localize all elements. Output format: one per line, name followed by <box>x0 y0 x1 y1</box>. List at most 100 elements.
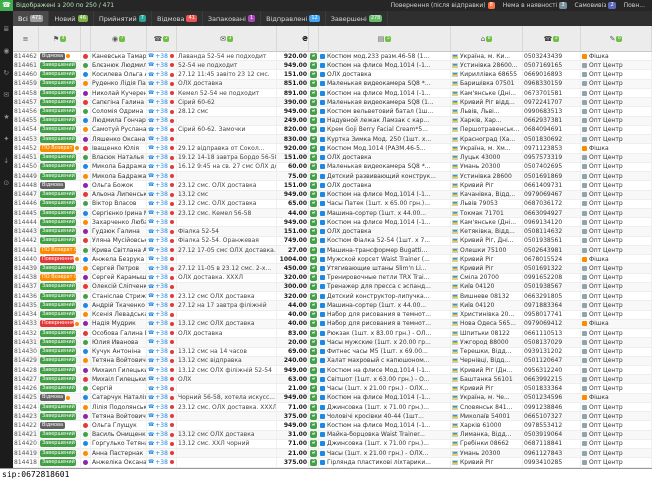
table-row[interactable]: 814462 Відмова Каневська Тамара ☎ +38 Ла… <box>13 52 652 61</box>
column-header-products[interactable]: ▤5 <box>319 26 451 51</box>
call-button[interactable]: ☎ +38 <box>147 366 177 374</box>
power-icon[interactable]: ⊙ <box>3 179 9 187</box>
table-row[interactable]: 814418 Завершений Анжеліка Оксана ☎ +38 … <box>13 458 652 467</box>
table-row[interactable]: 814422 Відмова Ольга Глущук ☎ +38 949.00… <box>13 421 652 430</box>
tab-packed[interactable]: Запаковані1 <box>203 11 261 26</box>
table-row[interactable]: 814459 Завершений Руденко Лідія Пав... ☎… <box>13 80 652 89</box>
table-row[interactable]: 814427 Завершений Михаіл Гилецький ☎ +38… <box>13 375 652 384</box>
call-button[interactable]: ☎ +38 <box>147 431 177 439</box>
table-row[interactable]: 814446 Завершений Віктор Власов ☎ +38 23… <box>13 200 652 209</box>
favorites-icon[interactable]: ★ <box>3 113 9 121</box>
table-row[interactable]: 814461 Завершений Блєзнюк Людмила А... ☎… <box>13 61 652 70</box>
table-row[interactable]: 814440 Повернення (з... Анжела Безрука ☎… <box>13 255 652 264</box>
call-button[interactable]: ☎ +38 <box>147 191 177 199</box>
call-button[interactable]: ☎ +38 <box>147 61 177 69</box>
tab-more[interactable]: Повн... <box>620 2 649 9</box>
call-button[interactable]: ☎ +38 <box>147 98 177 106</box>
table-row[interactable]: 814453 Завершений Ляшенко Оксана ☎ +38 8… <box>13 135 652 144</box>
column-header-sum[interactable]: ₴ <box>277 26 309 51</box>
contacts-icon[interactable]: ◉ <box>3 47 9 55</box>
column-header-status[interactable]: ⚑4 <box>39 26 81 51</box>
call-button[interactable]: ☎ +38 <box>147 154 177 162</box>
table-row[interactable]: 814436 Завершений Станіслав Стрижак ☎ +3… <box>13 292 652 301</box>
refresh-icon[interactable]: ↻ <box>3 69 9 77</box>
call-button[interactable]: ☎ +38 <box>147 311 177 319</box>
table-row[interactable]: 814449 Завершений Микола Бадражан ☎ +38 … <box>13 172 652 181</box>
download-icon[interactable]: ↓ <box>3 157 9 165</box>
table-row[interactable]: 814460 Завершений Косилева Ольга Ар... ☎… <box>13 70 652 79</box>
column-header-call[interactable]: ☎2 <box>147 26 177 51</box>
call-button[interactable]: ☎ +38 <box>147 200 177 208</box>
table-row[interactable]: 814442 Завершений Уляна Мусійовська ☎ +3… <box>13 237 652 246</box>
table-row[interactable]: 814434 Завершений Ксенія Левадська ☎ +38… <box>13 311 652 320</box>
call-button[interactable]: ☎ +38 <box>147 107 177 115</box>
table-row[interactable]: 814448 Відмова Ольга Божок ☎ +38 23.12 с… <box>13 181 652 190</box>
call-button[interactable]: ☎ +38 <box>147 144 177 152</box>
table-row[interactable]: 814435 Завершений Андрій Ткаченко ☎ +38 … <box>13 301 652 310</box>
column-header-payment[interactable] <box>309 26 319 51</box>
call-button[interactable]: ☎ +38 <box>147 440 177 448</box>
table-row[interactable]: 814452 ПО Возврат ск. Іващенко Юлія ☎ +3… <box>13 144 652 153</box>
table-row[interactable]: 814429 Завершений Тетяна Войтович ☎ +38 … <box>13 357 652 366</box>
tab-shipped[interactable]: Відправлені12 <box>261 11 326 26</box>
table-row[interactable]: 814421 Завершений Василь Онищенко ☎ +38 … <box>13 431 652 440</box>
call-button[interactable]: ☎ +38 <box>147 348 177 356</box>
call-button[interactable]: ☎ +38 <box>147 255 177 263</box>
call-button[interactable]: ☎ +38 <box>147 117 177 125</box>
call-button[interactable]: ☎ +38 <box>147 181 177 189</box>
table-row[interactable]: 814445 Завершений Сергієнко Ірина М... ☎… <box>13 209 652 218</box>
mail-icon[interactable]: ✉ <box>3 91 9 99</box>
table-row[interactable]: 814456 Завершений Соломія Одрина ☎ +38 2… <box>13 107 652 116</box>
call-button[interactable]: ☎ +38 <box>147 172 177 180</box>
menu-icon[interactable]: ≣ <box>3 25 9 33</box>
table-row[interactable]: 814424 Завершений Лілія Подолянська ☎ +3… <box>13 403 652 412</box>
call-button[interactable]: ☎ +38 <box>147 274 177 282</box>
call-button[interactable]: ☎ +38 <box>147 357 177 365</box>
column-header-courier[interactable] <box>81 26 91 51</box>
call-button[interactable]: ☎ +38 <box>147 338 177 346</box>
phone-module-icon[interactable]: ☎ <box>0 0 13 11</box>
table-row[interactable]: 814432 Завершений Особова Галина В... ☎ … <box>13 329 652 338</box>
call-button[interactable]: ☎ +38 <box>147 292 177 300</box>
call-button[interactable]: ☎ +38 <box>147 283 177 291</box>
column-header-id[interactable]: ≡ <box>13 26 39 51</box>
call-button[interactable]: ☎ +38 <box>147 126 177 134</box>
table-row[interactable]: 814430 Завершений Кучук Антоніна ☎ +38 1… <box>13 348 652 357</box>
call-button[interactable]: ☎ +38 <box>147 458 177 466</box>
apps-icon[interactable]: ✦ <box>3 135 9 143</box>
tab-all[interactable]: Всі471 <box>13 11 49 26</box>
table-row[interactable]: 814447 Завершений Альона Липенська ☎ +38… <box>13 191 652 200</box>
tab-new[interactable]: Новий46 <box>49 11 94 26</box>
table-row[interactable]: 814457 Завершений Сапєгіна Галина В... ☎… <box>13 98 652 107</box>
tab-return-after-shipping[interactable]: Повернення (після відправки)8 <box>387 2 499 9</box>
tab-out-of-stock[interactable]: Нема в наявності3 <box>499 2 571 9</box>
column-header-source[interactable]: ✎6 <box>581 26 652 51</box>
call-button[interactable]: ☎ +38 <box>147 246 177 254</box>
table-row[interactable]: 814443 Завершений Гудзюк Галина ☎ +38 Фі… <box>13 227 652 236</box>
tab-pickup[interactable]: Самовивіз2 <box>571 2 620 9</box>
call-button[interactable]: ☎ +38 <box>147 52 177 60</box>
table-row[interactable]: 814441 ПО Возврат ск. Крива Світлана Ан.… <box>13 246 652 255</box>
call-button[interactable]: ☎ +38 <box>147 320 177 328</box>
call-button[interactable]: ☎ +38 <box>147 209 177 217</box>
call-button[interactable]: ☎ +38 <box>147 421 177 429</box>
call-button[interactable]: ☎ +38 <box>147 329 177 337</box>
call-button[interactable]: ☎ +38 <box>147 70 177 78</box>
call-button[interactable]: ☎ +38 <box>147 218 177 226</box>
call-button[interactable]: ☎ +38 <box>147 227 177 235</box>
column-header-client[interactable]: ◉7 <box>91 26 147 51</box>
call-button[interactable]: ☎ +38 <box>147 264 177 272</box>
call-button[interactable]: ☎ +38 <box>147 237 177 245</box>
tab-declined[interactable]: Відмова41 <box>152 11 203 26</box>
column-header-address[interactable]: ⌂8 <box>451 26 523 51</box>
table-row[interactable]: 814425 Відмова Сатарчук Наталія Б... ☎ +… <box>13 394 652 403</box>
table-row[interactable]: 814428 Завершений Михаил Гилецький ☎ +38… <box>13 366 652 375</box>
tab-accepted[interactable]: Прийнятий7 <box>94 11 152 26</box>
table-row[interactable]: 814426 Завершений Сергій ☎ +38 21.00 ₴ Ч… <box>13 384 652 393</box>
call-button[interactable]: ☎ +38 <box>147 301 177 309</box>
table-row[interactable]: 814420 Завершений Горгулько Тетяна В... … <box>13 440 652 449</box>
table-row[interactable]: 814439 Завершений Сергей Петров ☎ +38 27… <box>13 264 652 273</box>
call-button[interactable]: ☎ +38 <box>147 403 177 411</box>
table-row[interactable]: 814454 Завершений Самотуй Руслана В... ☎… <box>13 126 652 135</box>
table-row[interactable]: 814455 Завершений Людмила Гончарова ☎ +3… <box>13 117 652 126</box>
